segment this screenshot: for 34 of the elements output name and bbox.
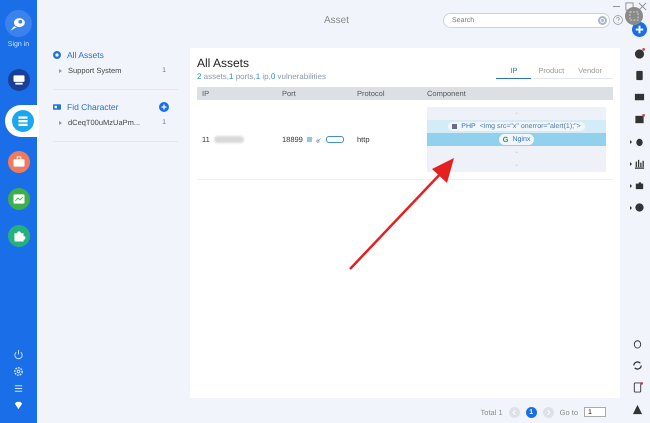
settings-icon[interactable] [13,366,24,377]
nav-item[interactable] [6,150,30,174]
bar-chart-icon[interactable] [634,158,645,169]
caret-icon[interactable] [630,184,632,188]
screenshot-tool-icon[interactable] [625,7,643,25]
id-card-icon [53,103,61,111]
caret-icon[interactable] [630,162,632,166]
briefcase-icon [8,151,30,173]
asset-icon [53,51,61,59]
list-icon [12,110,34,132]
group-title[interactable]: Fid Character [67,102,153,112]
document-icon[interactable] [634,70,645,81]
menu-icon[interactable] [13,383,24,394]
link-icon[interactable] [316,136,322,142]
chart-icon [8,188,30,210]
logo-icon[interactable] [5,10,32,37]
refresh-icon[interactable] [632,360,643,371]
page-title: All Assets [197,56,250,70]
add-icon[interactable] [159,102,169,112]
help-icon[interactable] [613,15,623,25]
maximize-icon[interactable] [625,2,634,11]
window-title: Asset [324,14,350,26]
summary-text: 2 assets,1 ports,1 ip,0 vulnerabilities [197,72,326,81]
nav-item[interactable] [6,187,30,211]
nav-item[interactable] [4,105,38,137]
close-icon[interactable] [638,2,647,11]
document-icon[interactable] [632,382,643,393]
power-icon[interactable] [13,349,24,360]
diamond-icon[interactable] [13,400,24,411]
tag-icon[interactable] [326,136,344,143]
group-title[interactable]: All Assets [67,50,178,60]
warning-icon[interactable] [632,404,643,415]
caret-icon[interactable] [630,206,632,210]
caret-icon[interactable] [630,140,632,144]
